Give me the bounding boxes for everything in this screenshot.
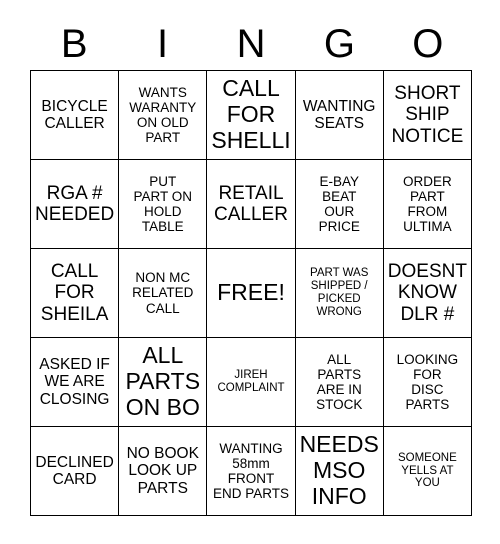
bingo-cell-r1-c1[interactable]: BICYCLE CALLER <box>31 71 120 160</box>
bingo-cell-label: NEEDS MSO INFO <box>299 431 379 509</box>
bingo-cell-label: BICYCLE CALLER <box>41 97 108 132</box>
bingo-cell-r1-c2[interactable]: WANTS WARANTY ON OLD PART <box>119 71 208 160</box>
bingo-cell-free[interactable]: FREE! <box>207 249 296 338</box>
bingo-cell-label: ALL PARTS ON BO <box>125 342 201 420</box>
bingo-cell-label: JIREH COMPLAINT <box>217 369 285 394</box>
bingo-cell-label: DECLINED CARD <box>35 453 114 488</box>
bingo-cell-r5-c1[interactable]: DECLINED CARD <box>31 427 120 516</box>
bingo-cell-r3-c2[interactable]: NON MC RELATED CALL <box>119 249 208 338</box>
bingo-cell-label: WANTING SEATS <box>302 97 376 132</box>
bingo-cell-label: CALL FOR SHELLI <box>211 75 291 153</box>
bingo-cell-label: PART WAS SHIPPED / PICKED WRONG <box>310 267 369 318</box>
bingo-cell-r4-c2[interactable]: ALL PARTS ON BO <box>119 338 208 427</box>
bingo-header-row: BINGO <box>30 18 472 70</box>
bingo-cell-r2-c2[interactable]: PUT PART ON HOLD TABLE <box>119 160 208 249</box>
bingo-header-letter-b: B <box>60 22 88 66</box>
bingo-cell-r5-c4[interactable]: NEEDS MSO INFO <box>295 427 384 516</box>
bingo-cell-r2-c4[interactable]: E-BAY BEAT OUR PRICE <box>295 160 384 249</box>
bingo-cell-r3-c1[interactable]: CALL FOR SHEILA <box>31 249 120 338</box>
bingo-cell-r3-c5[interactable]: DOESNT KNOW DLR # <box>383 249 472 338</box>
bingo-cell-label: RGA # NEEDED <box>35 182 115 225</box>
bingo-cell-r1-c3[interactable]: CALL FOR SHELLI <box>207 71 296 160</box>
bingo-cell-label: FREE! <box>217 279 285 306</box>
bingo-cell-r2-c5[interactable]: ORDER PART FROM ULTIMA <box>383 160 472 249</box>
bingo-cell-label: WANTS WARANTY ON OLD PART <box>129 84 197 146</box>
bingo-header-letter-n: N <box>236 22 266 66</box>
bingo-cell-r2-c3[interactable]: RETAIL CALLER <box>207 160 296 249</box>
bingo-cell-label: DOESNT KNOW DLR # <box>387 261 467 325</box>
bingo-header-letter-o: O <box>412 22 444 66</box>
bingo-cell-r4-c3[interactable]: JIREH COMPLAINT <box>207 338 296 427</box>
bingo-cell-label: RETAIL CALLER <box>214 182 288 225</box>
bingo-cell-label: SOMEONE YELLS AT YOU <box>397 451 457 490</box>
bingo-cell-label: CALL FOR SHEILA <box>40 261 109 325</box>
bingo-cell-label: ORDER PART FROM ULTIMA <box>403 173 452 235</box>
bingo-cell-label: PUT PART ON HOLD TABLE <box>133 173 193 235</box>
bingo-cell-r1-c4[interactable]: WANTING SEATS <box>295 71 384 160</box>
bingo-cell-r4-c4[interactable]: ALL PARTS ARE IN STOCK <box>295 338 384 427</box>
bingo-card: B I N G O BICYCLE CALLER WANTS WARANTY ON OLD… <box>0 0 500 544</box>
bingo-cell-r5-c2[interactable]: NO BOOK LOOK UP PARTS <box>119 427 208 516</box>
bingo-cell-label: LOOKING FOR DISC PARTS <box>396 351 459 413</box>
bingo-cell-r5-c5[interactable]: SOMEONE YELLS AT YOU <box>383 427 472 516</box>
bingo-header-letter-g: G <box>323 22 355 66</box>
bingo-cell-label: E-BAY BEAT OUR PRICE <box>318 173 360 235</box>
bingo-cell-r2-c1[interactable]: RGA # NEEDED <box>31 160 120 249</box>
bingo-cell-label: NO BOOK LOOK UP PARTS <box>126 444 199 497</box>
bingo-cell-label: ASKED IF WE ARE CLOSING <box>39 355 110 408</box>
bingo-cell-r4-c1[interactable]: ASKED IF WE ARE CLOSING <box>31 338 120 427</box>
bingo-cell-label: ALL PARTS ARE IN STOCK <box>316 351 363 413</box>
bingo-cell-r1-c5[interactable]: SHORT SHIP NOTICE <box>383 71 472 160</box>
bingo-grid: BICYCLE CALLER WANTS WARANTY ON OLD PART C… <box>30 70 472 516</box>
bingo-cell-label: WANTING 58mm FRONT END PARTS <box>212 440 289 502</box>
bingo-cell-label: NON MC RELATED CALL <box>132 270 194 316</box>
bingo-cell-label: SHORT SHIP NOTICE <box>391 83 464 147</box>
bingo-cell-r4-c5[interactable]: LOOKING FOR DISC PARTS <box>383 338 472 427</box>
bingo-header-letter-i: I <box>157 22 169 66</box>
bingo-cell-r5-c3[interactable]: WANTING 58mm FRONT END PARTS <box>207 427 296 516</box>
bingo-cell-r3-c4[interactable]: PART WAS SHIPPED / PICKED WRONG <box>295 249 384 338</box>
